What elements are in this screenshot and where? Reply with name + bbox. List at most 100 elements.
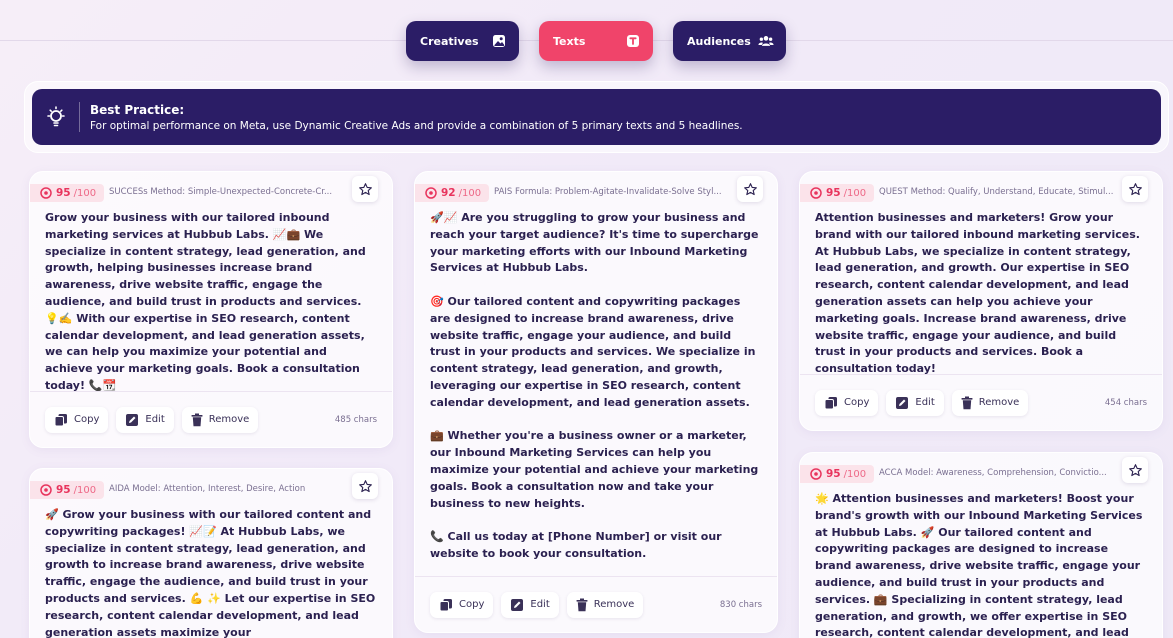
score-badge: 92 /100 xyxy=(415,184,490,202)
copy-icon xyxy=(824,396,837,409)
remove-label: Remove xyxy=(978,397,1020,408)
card-paragraph: Attention businesses and marketers! Grow… xyxy=(815,211,1140,376)
star-icon xyxy=(358,479,372,492)
score-value: 95 xyxy=(826,187,841,199)
copy-button[interactable]: Copy xyxy=(45,406,109,433)
tab-texts[interactable]: Texts xyxy=(539,21,653,61)
tab-label: Creatives xyxy=(420,34,479,48)
card-text: Grow your business with our tailored inb… xyxy=(30,210,392,395)
copy-button[interactable]: Copy xyxy=(815,389,879,416)
tab-label: Audiences xyxy=(687,34,751,48)
card-text: Attention businesses and marketers! Grow… xyxy=(800,210,1162,378)
tab-bar: Creatives Texts Audiences xyxy=(406,21,786,61)
card-footer: Copy Edit Remove 485 chars xyxy=(30,391,392,447)
score-badge: 95 /100 xyxy=(800,465,875,483)
edit-label: Edit xyxy=(530,599,550,610)
remove-label: Remove xyxy=(593,599,635,610)
char-count: 830 chars xyxy=(719,599,762,610)
favorite-button[interactable] xyxy=(737,176,763,202)
tab-audiences[interactable]: Audiences xyxy=(673,21,786,61)
method-label: SUCCESs Method: Simple-Unexpected-Concre… xyxy=(109,187,333,197)
trash-icon xyxy=(576,598,588,611)
trash-icon xyxy=(191,413,203,426)
score-max: /100 xyxy=(73,484,97,496)
char-count: 454 chars xyxy=(1104,397,1147,408)
card-text: 🌟 Attention businesses and marketers! Bo… xyxy=(800,491,1162,638)
remove-button[interactable]: Remove xyxy=(566,591,644,618)
edit-icon xyxy=(896,396,909,409)
tab-creatives[interactable]: Creatives xyxy=(406,21,519,61)
score-icon xyxy=(40,484,52,496)
card-text: 🚀📈 Are you struggling to grow your busin… xyxy=(415,210,777,563)
score-value: 95 xyxy=(56,187,71,199)
star-icon xyxy=(358,182,372,195)
banner-description: For optimal performance on Meta, use Dyn… xyxy=(90,119,743,132)
method-label: ACCA Model: Awareness, Comprehension, Co… xyxy=(879,468,1107,478)
edit-icon xyxy=(511,598,524,611)
card-paragraph: 🎯 Our tailored content and copywriting p… xyxy=(430,294,756,409)
score-badge: 95 /100 xyxy=(30,481,105,499)
score-icon xyxy=(425,187,437,199)
copy-button[interactable]: Copy xyxy=(430,591,494,618)
score-badge: 95 /100 xyxy=(800,184,875,202)
users-icon xyxy=(758,33,774,49)
text-icon xyxy=(625,33,641,49)
card-paragraph: Grow your business with our tailored inb… xyxy=(45,211,366,392)
edit-button[interactable]: Edit xyxy=(116,406,174,433)
edit-button[interactable]: Edit xyxy=(886,389,944,416)
method-label: AIDA Model: Attention, Interest, Desire,… xyxy=(109,484,306,494)
score-icon xyxy=(810,187,822,199)
edit-icon xyxy=(126,413,139,426)
copy-label: Copy xyxy=(459,599,485,610)
edit-label: Edit xyxy=(145,414,165,425)
favorite-button[interactable] xyxy=(352,473,378,499)
favorite-button[interactable] xyxy=(1122,457,1148,483)
image-icon xyxy=(491,33,507,49)
favorite-button[interactable] xyxy=(1122,176,1148,202)
text-card: 92 /100 PAIS Formula: Problem-Agitate-In… xyxy=(414,171,778,633)
best-practice-banner: Best Practice: For optimal performance o… xyxy=(24,81,1169,153)
text-card: 95 /100 QUEST Method: Qualify, Understan… xyxy=(799,171,1163,431)
card-paragraph: 📞 Call us today at [Phone Number] or vis… xyxy=(430,530,722,560)
method-label: QUEST Method: Qualify, Understand, Educa… xyxy=(879,187,1114,197)
card-paragraph: 🚀 Grow your business with our tailored c… xyxy=(45,508,376,638)
card-paragraph: 🚀📈 Are you struggling to grow your busin… xyxy=(430,211,759,275)
char-count: 485 chars xyxy=(334,414,377,425)
copy-label: Copy xyxy=(74,414,100,425)
score-badge: 95 /100 xyxy=(30,184,105,202)
copy-icon xyxy=(54,413,67,426)
score-max: /100 xyxy=(73,187,97,199)
remove-button[interactable]: Remove xyxy=(951,389,1029,416)
score-value: 95 xyxy=(56,484,71,496)
card-footer: Copy Edit Remove 454 chars xyxy=(800,374,1162,430)
score-value: 92 xyxy=(441,187,456,199)
text-card: 95 /100 AIDA Model: Attention, Interest,… xyxy=(29,468,393,638)
edit-button[interactable]: Edit xyxy=(501,591,559,618)
favorite-button[interactable] xyxy=(352,176,378,202)
score-value: 95 xyxy=(826,468,841,480)
text-card: 95 /100 ACCA Model: Awareness, Comprehen… xyxy=(799,452,1163,638)
copy-label: Copy xyxy=(844,397,870,408)
trash-icon xyxy=(961,396,973,409)
lightbulb-icon xyxy=(32,102,80,132)
remove-label: Remove xyxy=(208,414,250,425)
card-text: 🚀 Grow your business with our tailored c… xyxy=(30,507,392,638)
edit-label: Edit xyxy=(915,397,935,408)
card-paragraph: 💼 Whether you're a business owner or a m… xyxy=(430,429,759,510)
star-icon xyxy=(1128,463,1142,476)
score-icon xyxy=(40,187,52,199)
text-card: 95 /100 SUCCESs Method: Simple-Unexpecte… xyxy=(29,171,393,448)
card-paragraph: 🌟 Attention businesses and marketers! Bo… xyxy=(815,492,1143,638)
score-icon xyxy=(810,468,822,480)
star-icon xyxy=(1128,182,1142,195)
remove-button[interactable]: Remove xyxy=(181,406,259,433)
method-label: PAIS Formula: Problem-Agitate-Invalidate… xyxy=(494,187,722,197)
score-max: /100 xyxy=(458,187,482,199)
score-max: /100 xyxy=(843,468,867,480)
copy-icon xyxy=(439,598,452,611)
banner-title: Best Practice: xyxy=(90,102,185,117)
tab-label: Texts xyxy=(553,34,586,48)
star-icon xyxy=(743,182,757,195)
card-footer: Copy Edit Remove 830 chars xyxy=(415,576,777,632)
score-max: /100 xyxy=(843,187,867,199)
